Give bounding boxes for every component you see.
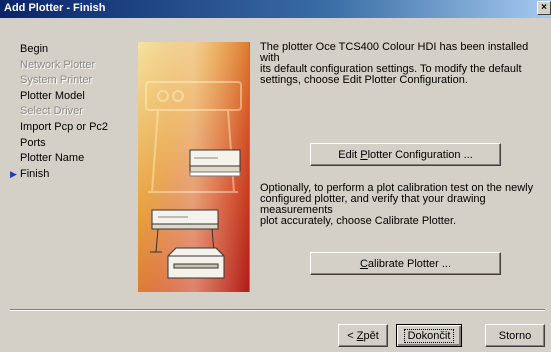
step-select-driver: Select Driver	[20, 105, 83, 118]
title-bar[interactable]: Add Plotter - Finish ×	[0, 0, 551, 18]
footer-separator	[10, 309, 545, 311]
step-plotter-model: Plotter Model	[20, 89, 85, 102]
step-finish: ▶ Finish	[10, 167, 50, 180]
plotter-illustration-icon	[138, 42, 250, 292]
cancel-button[interactable]: Storno	[485, 324, 545, 347]
back-button[interactable]: < Zpět	[338, 324, 388, 347]
edit-plotter-configuration-button[interactable]: Edit Plotter Configuration ...	[310, 143, 501, 166]
calibration-message: Optionally, to perform a plot calibratio…	[260, 182, 534, 227]
wizard-steps: Begin Network Plotter System Printer Plo…	[10, 42, 130, 182]
step-import-pcp: Import Pcp or Pc2	[20, 120, 109, 133]
step-begin: Begin	[20, 43, 49, 55]
calibrate-plotter-button[interactable]: Calibrate Plotter ...	[310, 252, 501, 275]
close-icon[interactable]: ×	[537, 1, 551, 15]
step-system-printer: System Printer	[20, 74, 93, 87]
step-network-plotter: Network Plotter	[20, 58, 96, 71]
add-plotter-dialog: Add Plotter - Finish × Begin Network Plo…	[0, 0, 551, 352]
finish-button[interactable]: Dokončit	[396, 324, 462, 347]
current-step-arrow-icon: ▶	[10, 168, 17, 179]
step-plotter-name: Plotter Name	[20, 152, 85, 165]
step-ports: Ports	[20, 136, 46, 149]
installed-message: The plotter Oce TCS400 Colour HDI has be…	[260, 41, 529, 86]
window-title: Add Plotter - Finish	[4, 2, 106, 14]
